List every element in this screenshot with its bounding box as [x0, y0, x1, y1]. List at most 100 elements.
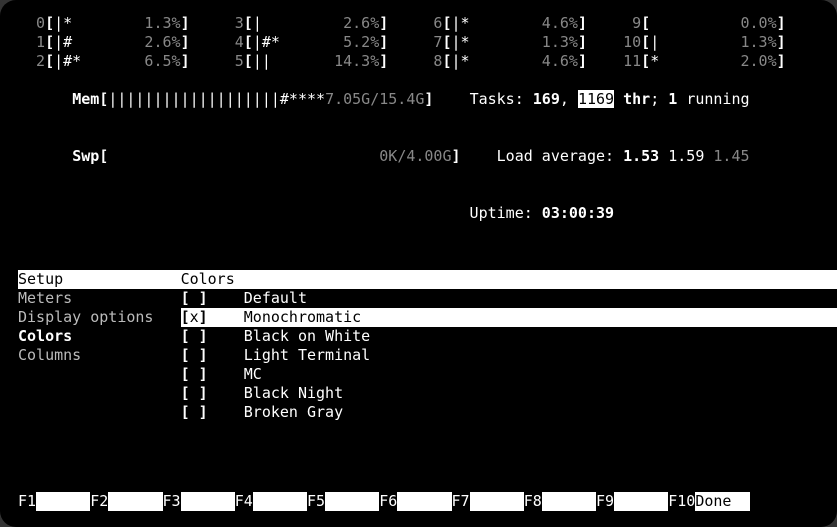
checkbox-close: ] — [199, 289, 208, 307]
cpu-pct: 2.0% — [731, 52, 776, 70]
tasks-thr: 1169 — [578, 90, 614, 108]
fkey-label[interactable] — [325, 492, 379, 511]
tasks-count: 169 — [533, 90, 560, 108]
setup-menu-item[interactable]: Display options — [18, 308, 181, 327]
color-option[interactable]: [ ] Black Night — [181, 384, 837, 403]
tasks-label: Tasks: — [470, 90, 524, 108]
setup-panes: Setup MetersDisplay optionsColorsColumns… — [18, 270, 819, 422]
fkey-label[interactable] — [181, 492, 235, 511]
color-option[interactable]: [ ] Black on White — [181, 327, 837, 346]
cpu-bracket-close: ] — [777, 14, 786, 32]
cpu-id: 4 — [217, 33, 244, 51]
cpu-row: 2[|#* 6.5%] 5[|| 14.3%] 8[|* 4.6%] 11[* … — [18, 52, 819, 71]
checkbox-close: ] — [199, 346, 208, 364]
swp-used: 0K — [379, 147, 397, 165]
cpu-bar: |* — [452, 33, 533, 51]
cpu-bracket-open: [ — [45, 14, 54, 32]
fkey: F9 — [596, 492, 614, 510]
fkey: F10 — [668, 492, 695, 510]
setup-title: Setup — [18, 270, 181, 289]
cpu-bracket-open: [ — [45, 52, 54, 70]
cpu-pct: 4.6% — [533, 52, 578, 70]
uptime-pad — [54, 204, 469, 222]
fkey-label[interactable] — [36, 492, 90, 511]
checkbox-mark: x — [190, 308, 199, 326]
cpu-bracket-close: ] — [379, 14, 388, 32]
cpu-bracket-close: ] — [379, 52, 388, 70]
cpu-bracket-close: ] — [777, 52, 786, 70]
color-option-label: Monochromatic — [244, 308, 361, 326]
checkbox-close: ] — [199, 403, 208, 421]
checkbox-open: [ — [181, 365, 190, 383]
tasks-running-label: running — [686, 90, 749, 108]
semi: ; — [650, 90, 668, 108]
checkbox-mark — [190, 403, 199, 421]
cpu-pct: 1.3% — [731, 33, 776, 51]
cpu-bracket-open: [ — [244, 14, 253, 32]
opt-gap — [208, 308, 244, 326]
cpu-id: 11 — [614, 52, 641, 70]
cpu-pct: 0.0% — [731, 14, 776, 32]
uptime-label: Uptime: — [470, 204, 533, 222]
fkey: F7 — [452, 492, 470, 510]
cpu-bracket-open: [ — [45, 33, 54, 51]
fkey-label[interactable] — [470, 492, 524, 511]
mem-used: 7.05G — [325, 90, 370, 108]
color-option[interactable]: [ ] Broken Gray — [181, 403, 837, 422]
cpu-pct: 14.3% — [334, 52, 379, 70]
cpu-bracket-open: [ — [641, 33, 650, 51]
cpu-bar — [650, 14, 731, 32]
cpu-bracket-open: [ — [244, 52, 253, 70]
fkey: F4 — [235, 492, 253, 510]
fkey: F5 — [307, 492, 325, 510]
color-option-label: Light Terminal — [244, 346, 370, 364]
cpu-gap — [388, 52, 415, 70]
cpu-id: 5 — [217, 52, 244, 70]
swp-slash: / — [397, 147, 406, 165]
cpu-bracket-open: [ — [641, 14, 650, 32]
color-option[interactable]: [ ] Default — [181, 289, 837, 308]
color-option[interactable]: [ ] MC — [181, 365, 837, 384]
cpu-bracket-open: [ — [244, 33, 253, 51]
cpu-bar: |* — [452, 14, 533, 32]
cpu-bar: |* — [54, 14, 135, 32]
color-option[interactable]: [x] Monochromatic — [181, 308, 837, 327]
fkey-label[interactable] — [614, 492, 668, 511]
load-3: 1.45 — [713, 147, 749, 165]
setup-menu-item[interactable]: Meters — [18, 289, 181, 308]
mem-tasks-row: Mem[|||||||||||||||||||#****7.05G/15.4G]… — [18, 71, 819, 128]
swp-bracket-open: [ — [99, 147, 108, 165]
tasks-running: 1 — [668, 90, 677, 108]
uptime-row: Uptime: 03:00:39 — [18, 185, 819, 242]
fkey: F2 — [90, 492, 108, 510]
cpu-id: 10 — [614, 33, 641, 51]
color-option-label: MC — [244, 365, 262, 383]
cpu-bracket-close: ] — [777, 33, 786, 51]
checkbox-open: [ — [181, 346, 190, 364]
color-option-label: Black Night — [244, 384, 343, 402]
cpu-bar: |#* — [54, 52, 135, 70]
color-option[interactable]: [ ] Light Terminal — [181, 346, 837, 365]
spacer — [433, 90, 469, 108]
fkey-label[interactable] — [397, 492, 451, 511]
cpu-row: 0[|* 1.3%] 3[| 2.6%] 6[|* 4.6%] 9[ 0.0%] — [18, 14, 819, 33]
cpu-bar: |#* — [253, 33, 334, 51]
fkey-label[interactable] — [542, 492, 596, 511]
opt-gap — [208, 403, 244, 421]
fkey-label[interactable] — [253, 492, 307, 511]
checkbox-open: [ — [181, 308, 190, 326]
fkey-label[interactable] — [108, 492, 162, 511]
cpu-id: 2 — [18, 52, 45, 70]
cpu-gap — [587, 14, 614, 32]
sp3 — [677, 90, 686, 108]
fkey-label[interactable]: Done — [695, 492, 749, 511]
cpu-bracket-open: [ — [641, 52, 650, 70]
checkbox-open: [ — [181, 403, 190, 421]
mem-bracket-open: [ — [99, 90, 108, 108]
cpu-bar: | — [253, 14, 334, 32]
setup-menu-item[interactable]: Columns — [18, 346, 181, 365]
terminal-window: 0[|* 1.3%] 3[| 2.6%] 6[|* 4.6%] 9[ 0.0%]… — [0, 0, 837, 527]
opt-gap — [208, 365, 244, 383]
setup-menu-item[interactable]: Colors — [18, 327, 181, 346]
load-label: Load average: — [497, 147, 614, 165]
